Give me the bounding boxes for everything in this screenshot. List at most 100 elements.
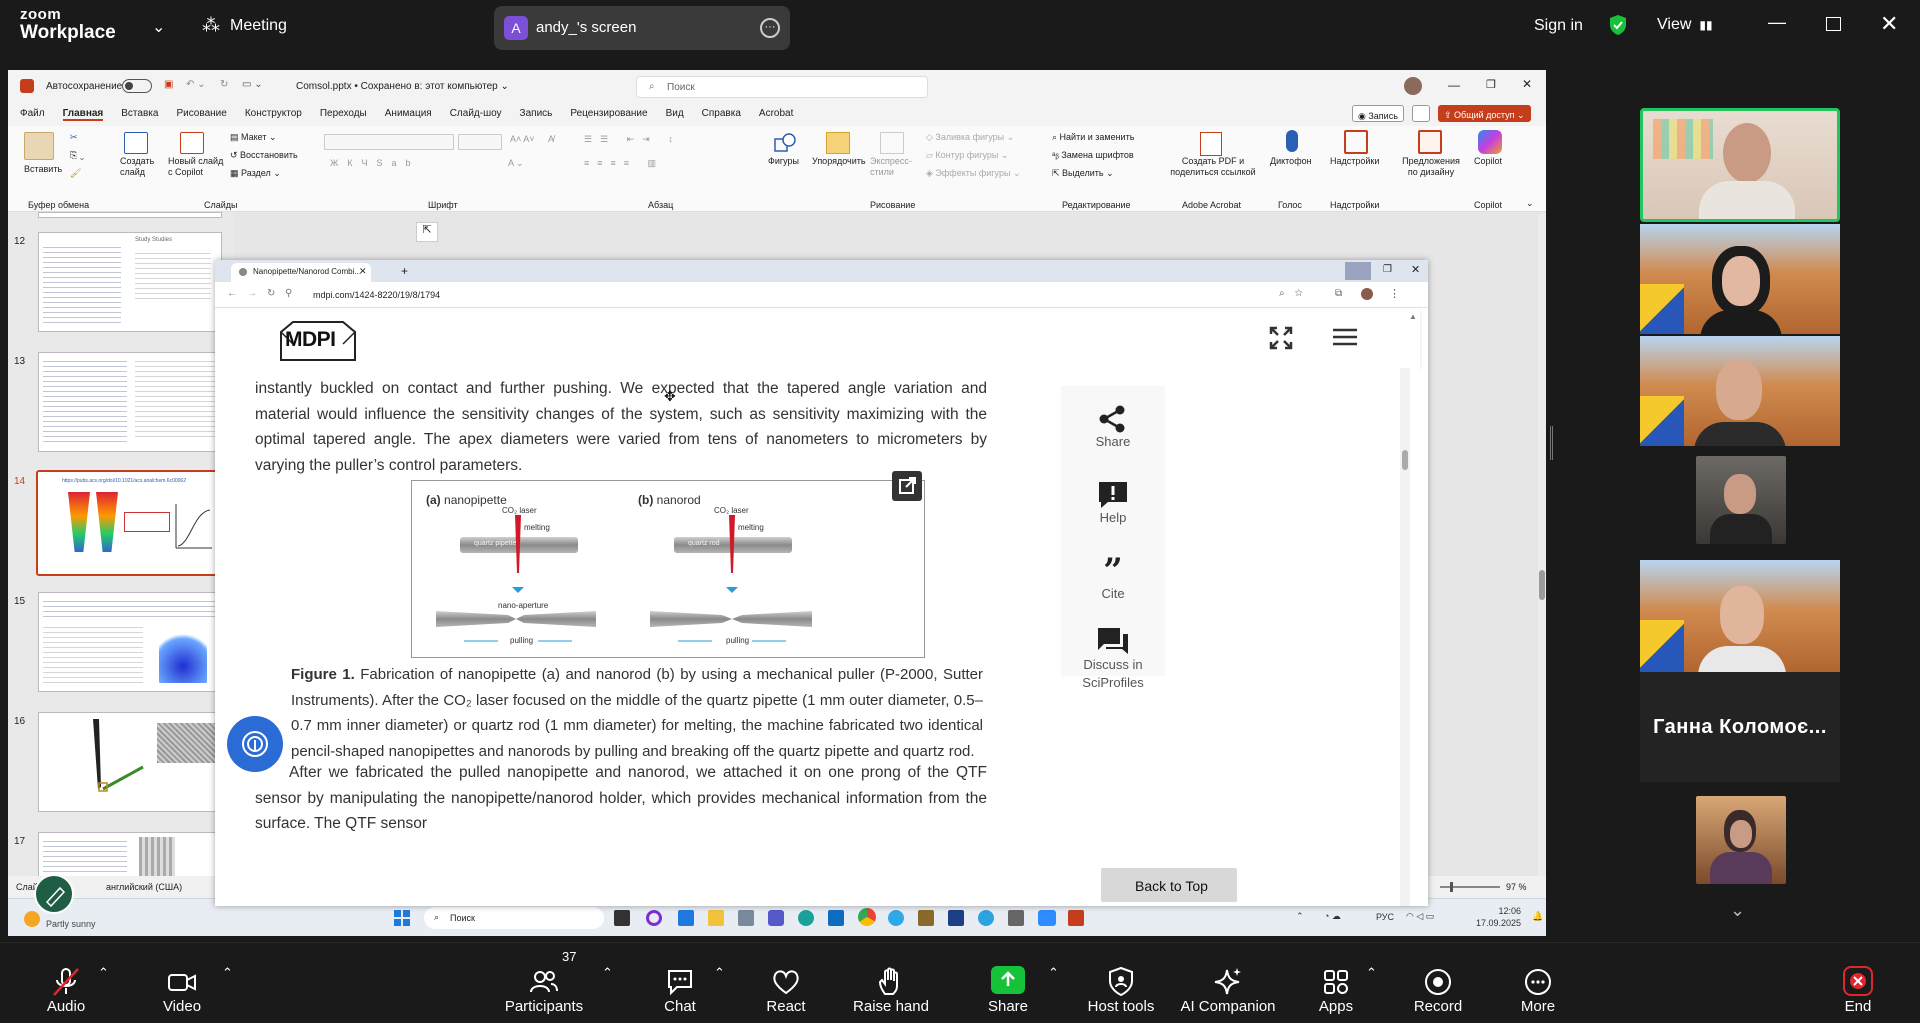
font-style-icons[interactable]: ЖКЧSab (330, 158, 420, 168)
scroll-gallery-down-icon[interactable]: ⌄ (1730, 900, 1745, 921)
participants-chevron-icon[interactable]: ⌃ (602, 965, 613, 981)
share-doc-button[interactable]: ⇪ Общий доступ ⌄ (1438, 105, 1531, 122)
slide-16-thumb[interactable] (38, 712, 222, 812)
apps-chevron-icon[interactable]: ⌃ (1366, 965, 1377, 981)
participant-tile-7[interactable] (1696, 796, 1786, 884)
align-icons[interactable]: ≡≡≡≡ ▥ (584, 158, 664, 169)
record-button[interactable]: ◉ Запись (1352, 105, 1404, 122)
share-options-icon[interactable]: ··· (760, 18, 780, 38)
tab-close-icon[interactable]: ✕ (359, 266, 367, 277)
tab-design[interactable]: Конструктор (245, 108, 302, 121)
input-language[interactable]: РУС (1376, 912, 1394, 922)
shape-effects-button[interactable]: ◈ Эффекты фигуры ⌄ (926, 168, 1020, 179)
zoom-app-icon[interactable] (1038, 910, 1056, 926)
share-tool[interactable]: Share (1061, 404, 1165, 449)
figure-1[interactable]: (a) nanopipette (b) nanorod CO₂ laser CO… (411, 471, 925, 658)
tab-home[interactable]: Главная (62, 108, 104, 121)
site-info-icon[interactable]: ⚲ (285, 288, 292, 299)
profile-avatar[interactable] (1361, 288, 1373, 300)
slide-scroll-thumb[interactable] (1539, 570, 1545, 600)
participants-button[interactable]: Participants (496, 943, 592, 1023)
page-scrollbar[interactable] (1400, 368, 1410, 906)
back-icon[interactable]: ← (227, 288, 237, 299)
minimize-window-icon[interactable]: — (1768, 12, 1786, 33)
cite-tool[interactable]: ” Cite (1061, 554, 1165, 601)
design-ideas-label[interactable]: Предложения по дизайну (1398, 156, 1464, 178)
express-styles-label[interactable]: Экспресс-стили (870, 156, 918, 178)
file-explorer-icon[interactable] (708, 910, 724, 926)
shapes-label[interactable]: Фигуры (768, 156, 799, 166)
tab-acrobat[interactable]: Acrobat (759, 108, 793, 121)
restore-window-icon[interactable] (1826, 17, 1841, 31)
taskview-icon[interactable] (614, 910, 630, 926)
zoom-slider[interactable] (1440, 882, 1500, 892)
ppt-close-icon[interactable]: ✕ (1522, 77, 1532, 91)
share-chevron-icon[interactable]: ⌃ (1048, 965, 1059, 981)
extensions-icon[interactable]: ⧉ (1335, 288, 1342, 299)
sign-in-link[interactable]: Sign in (1534, 17, 1583, 35)
url-text[interactable]: mdpi.com/1424-8220/19/8/1794 (313, 290, 440, 300)
tab-transitions[interactable]: Переходы (320, 108, 367, 121)
user-avatar[interactable] (1404, 77, 1422, 95)
slide-11-thumb-partial[interactable] (38, 212, 222, 218)
panel-resize-handle[interactable] (1550, 426, 1553, 460)
more-button[interactable]: More (1506, 943, 1570, 1023)
discuss-tool[interactable]: Discuss in SciProfiles (1061, 626, 1165, 692)
participant-tile-2[interactable] (1640, 224, 1840, 334)
audio-options-chevron-icon[interactable]: ⌃ (98, 965, 109, 981)
logo-dropdown-chevron-icon[interactable]: ⌄ (152, 17, 165, 37)
dictate-label[interactable]: Диктофон (1270, 156, 1312, 166)
tab-record[interactable]: Запись (520, 108, 553, 121)
shield-check-icon[interactable] (1608, 14, 1628, 36)
shapes-icon[interactable] (774, 132, 798, 154)
ribbon-collapse-icon[interactable]: ⌄ (1526, 198, 1534, 209)
slide-thumbnails[interactable]: 12 Study Studies 13 14 https://pubs.acs.… (8, 212, 234, 902)
paste-label[interactable]: Вставить (24, 164, 62, 174)
redo-icon[interactable]: ↻ (220, 79, 228, 90)
tray-icons[interactable]: ◔ ☁ (1324, 911, 1341, 922)
powerpoint-taskbar-icon[interactable] (1068, 910, 1084, 926)
design-ideas-icon[interactable] (1418, 130, 1442, 154)
zoom-percent[interactable]: 97 % (1506, 882, 1527, 892)
ppt-search-box[interactable]: ⌕ Поиск (636, 76, 928, 98)
app-icon-6[interactable] (948, 910, 964, 926)
copilot-icon[interactable] (1478, 130, 1502, 154)
tab-insert[interactable]: Вставка (121, 108, 158, 121)
clear-format-icon[interactable]: A̸ (548, 134, 554, 144)
addins-label[interactable]: Надстройки (1330, 156, 1379, 166)
open-figure-icon[interactable] (892, 471, 922, 501)
participant-tile-active-speaker[interactable] (1640, 108, 1840, 222)
tab-slideshow[interactable]: Слайд-шоу (450, 108, 502, 121)
layout-button[interactable]: ▤ Макет ⌄ (230, 132, 277, 143)
taskbar-search[interactable]: ⌕ Поиск (424, 907, 604, 929)
tab-view[interactable]: Вид (666, 108, 684, 121)
slide-13-thumb[interactable] (38, 352, 222, 452)
fullscreen-icon[interactable] (1269, 326, 1293, 350)
arrange-label[interactable]: Упорядочить (812, 156, 866, 166)
weather-sun-icon[interactable] (24, 911, 40, 927)
app-icon-5[interactable] (918, 910, 934, 926)
share-button[interactable]: Share (976, 943, 1040, 1023)
fingerprint-icon[interactable] (227, 716, 283, 772)
new-tab-icon[interactable]: + (401, 264, 408, 278)
close-window-icon[interactable]: ✕ (1880, 11, 1898, 37)
edge-icon[interactable] (798, 910, 814, 926)
forward-icon[interactable]: → (247, 288, 257, 299)
pin-icon[interactable]: ⇱ (416, 222, 438, 242)
slide-15-thumb[interactable] (38, 592, 222, 692)
copilot-slide-icon[interactable] (180, 132, 204, 154)
browser-minimize-icon[interactable] (1345, 262, 1371, 280)
network-volume-battery-icons[interactable]: ◠ ◁ ▭ (1406, 911, 1434, 922)
participant-tile-5[interactable] (1640, 560, 1840, 672)
chat-chevron-icon[interactable]: ⌃ (714, 965, 725, 981)
copilot-slide-label[interactable]: Новый слайд с Copilot (168, 156, 226, 178)
font-name-box[interactable] (324, 134, 454, 150)
cut-icon[interactable]: ✂ (70, 132, 78, 143)
zoom-slider-thumb[interactable] (1450, 882, 1453, 892)
mdpi-logo[interactable]: MDPI (277, 316, 359, 364)
record-meeting-button[interactable]: Record (1404, 943, 1472, 1023)
slide-14-thumb-selected[interactable]: https://pubs.acs.org/doi/10.1021/acs.ana… (36, 470, 224, 576)
tab-review[interactable]: Рецензирование (570, 108, 647, 121)
tray-chevron-icon[interactable]: ⌃ (1296, 911, 1304, 922)
page-scroll-thumb[interactable] (1402, 450, 1408, 470)
